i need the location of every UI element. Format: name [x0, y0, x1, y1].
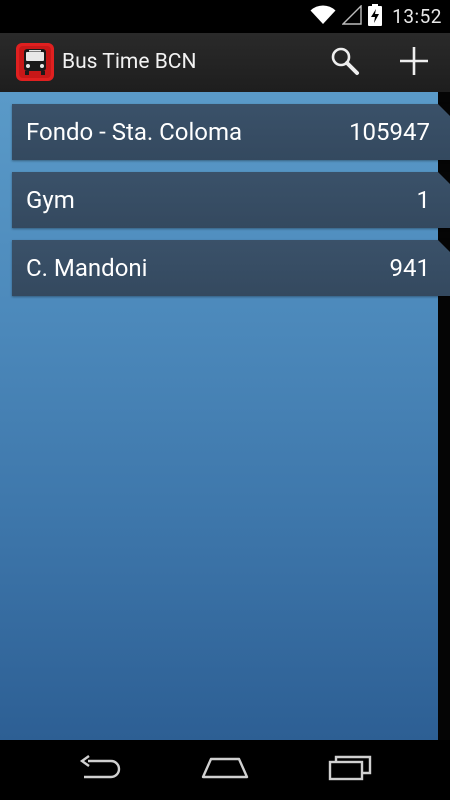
recent-apps-button[interactable] — [315, 748, 387, 792]
app-title: Bus Time BCN — [62, 50, 197, 74]
battery-charging-icon — [368, 3, 383, 30]
search-icon — [330, 46, 360, 80]
status-icons: 13:52 — [310, 0, 442, 33]
row-corner — [438, 240, 450, 252]
stop-code: 941 — [389, 254, 430, 282]
recent-apps-icon — [328, 755, 374, 785]
signal-icon — [341, 3, 362, 29]
row-corner — [438, 104, 450, 116]
add-button[interactable] — [392, 41, 436, 85]
status-bar: 13:52 — [0, 0, 450, 33]
status-time: 13:52 — [392, 5, 442, 28]
content-area: Fondo - Sta. Coloma 105947 Gym 1 C. Mand… — [0, 92, 450, 740]
stop-name: Gym — [26, 186, 75, 214]
plus-icon — [398, 45, 430, 81]
back-icon — [78, 755, 122, 785]
row-corner — [438, 172, 450, 184]
stop-name: C. Mandoni — [26, 254, 148, 282]
wifi-icon — [310, 4, 336, 29]
bus-icon[interactable] — [16, 43, 54, 81]
action-bar: Bus Time BCN — [0, 33, 450, 93]
stop-name: Fondo - Sta. Coloma — [26, 118, 243, 146]
stop-code: 105947 — [349, 118, 430, 146]
stop-row-3[interactable]: C. Mandoni 941 — [12, 240, 450, 296]
stop-code: 1 — [416, 186, 431, 214]
back-button[interactable] — [64, 748, 136, 792]
navigation-bar — [0, 740, 450, 800]
phone-screen: 13:52 Bus Time BCN Fondo - Sta. Coloma 1… — [0, 0, 450, 800]
home-button[interactable] — [189, 748, 261, 792]
home-icon — [200, 755, 250, 785]
search-button[interactable] — [323, 41, 367, 85]
stop-row-1[interactable]: Fondo - Sta. Coloma 105947 — [12, 104, 450, 160]
stop-row-2[interactable]: Gym 1 — [12, 172, 450, 228]
